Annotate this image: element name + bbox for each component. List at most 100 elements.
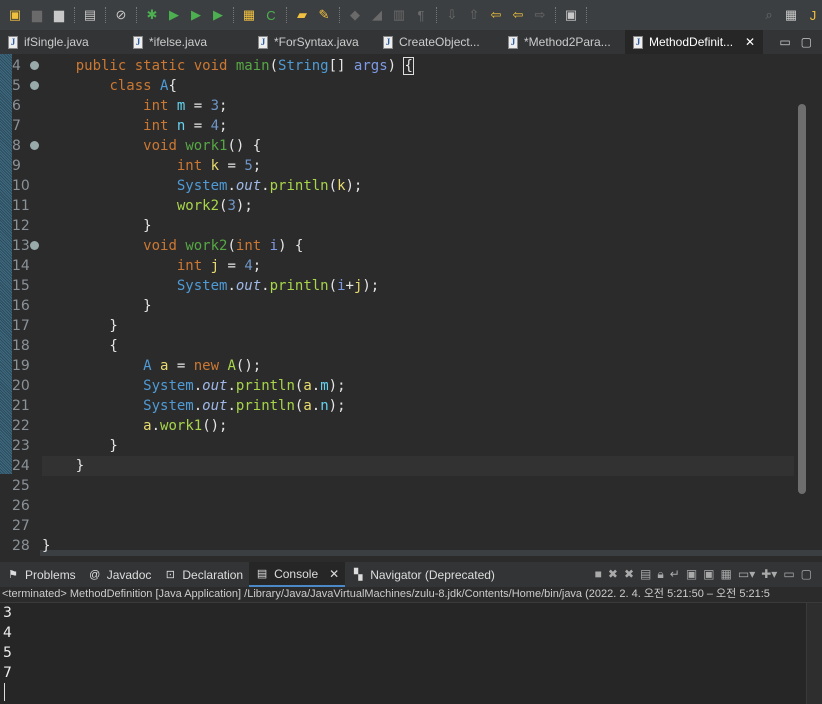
open-type-icon[interactable]: ▰ (293, 7, 311, 23)
external-tools-icon[interactable]: ▶ (209, 7, 227, 23)
terminate-icon[interactable]: ■ (595, 567, 602, 582)
minimize-icon[interactable]: ▭ (783, 567, 794, 582)
remove-launch-icon[interactable]: ✖ (608, 567, 618, 582)
code-line: class A{ (42, 76, 794, 96)
open-perspective-icon[interactable]: ▦ (782, 7, 800, 23)
word-wrap-icon[interactable]: ▥ (390, 7, 408, 23)
java-file-icon: J (133, 35, 143, 49)
editor-tab[interactable]: J *ifelse.java (125, 30, 250, 54)
line-number: 14 (12, 258, 30, 274)
highlight-icon[interactable]: ✎ (315, 7, 333, 23)
editor-tab[interactable]: J MethodDefinit... ✕ (625, 30, 763, 54)
display-console-icon[interactable]: ▭▾ (738, 567, 755, 582)
save-all-icon[interactable]: ▆ (50, 7, 68, 23)
console-scrollbar[interactable] (806, 603, 822, 704)
fold-collapse-icon[interactable] (30, 61, 39, 70)
code-token: a (143, 418, 152, 434)
block-selection-icon[interactable]: ◢ (368, 7, 386, 23)
new-icon[interactable]: ▣ (6, 7, 24, 23)
perspective-icon[interactable]: ▣ (562, 7, 580, 23)
line-number: 7 (12, 118, 21, 134)
annotation-icon[interactable]: ◆ (346, 7, 364, 23)
code-token: . (261, 278, 270, 294)
code-line: } (42, 536, 794, 556)
code-token: . (261, 178, 270, 194)
editor-tab[interactable]: J CreateObject... (375, 30, 500, 54)
code-line: public static void main(String[] args) { (42, 56, 794, 76)
code-token: 3 (227, 198, 236, 214)
code-token: work2 (176, 198, 220, 214)
java-file-icon: J (508, 35, 518, 49)
remove-all-icon[interactable]: ✖ (624, 567, 634, 582)
maximize-icon[interactable]: ▢ (801, 567, 812, 582)
code-token: a (303, 378, 312, 394)
line-number: 10 (12, 178, 30, 194)
code-token: A (227, 358, 236, 374)
code-token: void (143, 238, 186, 254)
editor-tab[interactable]: J *ForSyntax.java (250, 30, 375, 54)
show-whitespace-icon[interactable]: ¶ (412, 7, 430, 23)
new-package-icon[interactable]: ▦ (240, 7, 258, 23)
word-wrap-icon[interactable]: ↵ (670, 567, 680, 582)
maximize-icon[interactable]: ▢ (801, 35, 812, 49)
code-token: public static void (75, 58, 236, 74)
line-number: 9 (12, 158, 21, 174)
back-icon[interactable]: ⇦ (509, 7, 527, 23)
editor-tab[interactable]: J *Method2Para... (500, 30, 625, 54)
forward-icon[interactable]: ⇨ (531, 7, 549, 23)
show-on-error-icon[interactable]: ▣ (703, 567, 714, 582)
next-annotation-icon[interactable]: ⇩ (443, 7, 461, 23)
console-tab[interactable]: @ Javadoc (82, 562, 158, 587)
toolbar-separator (233, 7, 234, 23)
show-on-output-icon[interactable]: ▣ (686, 567, 697, 582)
open-console-icon[interactable]: ✚▾ (761, 567, 777, 582)
new-class-icon[interactable]: C (262, 7, 280, 23)
fold-collapse-icon[interactable] (30, 141, 39, 150)
code-editor[interactable]: 4 5 6 7 8 9 10 11 12 13 14 15 16 17 18 19 20 21 22 23 24 25 26… (0, 54, 822, 556)
search-icon[interactable]: ⌕ (760, 7, 778, 23)
code-token: k (210, 158, 220, 174)
tab-label: Problems (25, 567, 76, 582)
code-token: args (353, 58, 388, 74)
java-file-icon: J (633, 35, 643, 49)
close-tab-icon[interactable]: ✕ (745, 35, 755, 49)
toolbar-separator (74, 7, 75, 23)
toolbar-separator (339, 7, 340, 23)
editor-tab-bar: JifSingle.java J *ifelse.java J *ForSyntax.j… (0, 30, 822, 54)
tab-label: Declaration (182, 567, 244, 582)
code-token: ; (252, 258, 262, 274)
code-line: A a = new A(); (42, 356, 794, 376)
close-tab-icon[interactable]: ✕ (329, 567, 339, 581)
console-tab[interactable]: ⊡ Declaration (157, 562, 249, 587)
java-file-error-icon: J (8, 35, 18, 49)
line-number: 6 (12, 98, 21, 114)
pin-console-icon[interactable]: ▦ (721, 567, 732, 582)
console-tab[interactable]: ⚑ Problems (0, 562, 82, 587)
last-edit-icon[interactable]: ⇦ (487, 7, 505, 23)
minimize-icon[interactable]: ▭ (779, 35, 790, 49)
scroll-lock-icon[interactable]: 🔒︎ (657, 567, 663, 582)
console-tab[interactable]: ▤ Console ✕ (249, 562, 346, 587)
coverage-icon[interactable]: ▶ (187, 7, 205, 23)
editor-tab[interactable]: JifSingle.java (0, 30, 125, 54)
code-token: main (235, 58, 270, 74)
terminal-icon[interactable]: ▤ (81, 7, 99, 23)
java-perspective-icon[interactable]: J (804, 7, 822, 23)
code-line: System.out.println(a.m); (42, 376, 794, 396)
clear-console-icon[interactable]: ▤ (640, 567, 651, 582)
vertical-scrollbar[interactable] (798, 104, 806, 494)
code-token: out (202, 398, 228, 414)
console-tab[interactable]: ▚ Navigator (Deprecated) (345, 562, 501, 587)
fold-collapse-icon[interactable] (30, 241, 39, 250)
run-icon[interactable]: ▶ (165, 7, 183, 23)
debug-icon[interactable]: ✱ (143, 7, 161, 23)
prev-annotation-icon[interactable]: ⇧ (465, 7, 483, 23)
fold-collapse-icon[interactable] (30, 81, 39, 90)
save-icon[interactable]: ▆ (28, 7, 46, 23)
code-line: int m = 3; (42, 96, 794, 116)
skip-breakpoints-icon[interactable]: ⊘ (112, 7, 130, 23)
console-output[interactable]: 3 4 5 7 (0, 603, 822, 704)
